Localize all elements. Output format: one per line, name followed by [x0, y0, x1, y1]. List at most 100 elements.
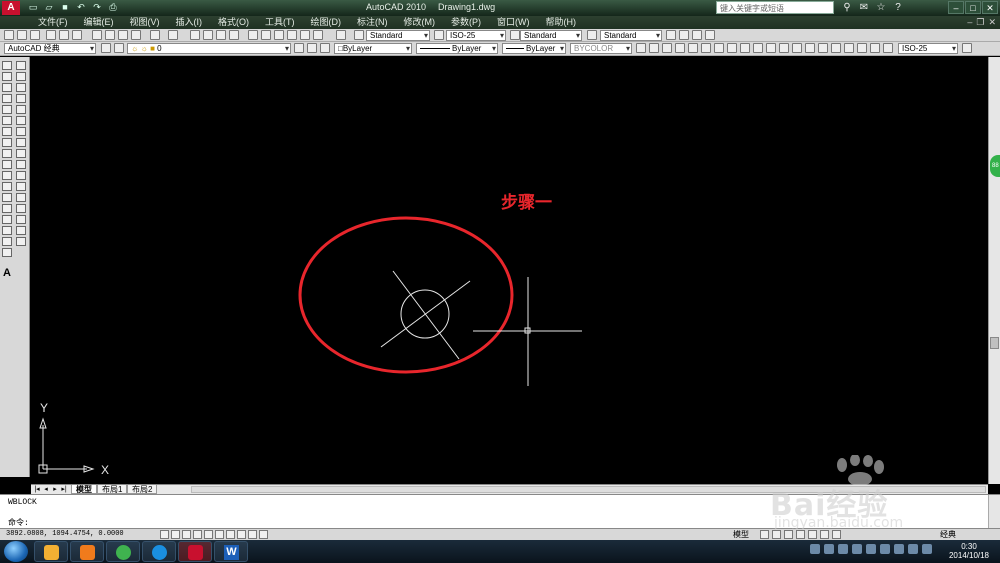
match-properties-icon[interactable]	[131, 30, 141, 40]
table-style-select[interactable]: Standard	[520, 30, 582, 41]
break-at-point-icon[interactable]	[16, 182, 26, 191]
taskbar-app-browser[interactable]	[106, 541, 140, 562]
new-icon[interactable]	[4, 30, 14, 40]
layer-iso-icon[interactable]	[320, 43, 330, 53]
snap-toggle[interactable]	[160, 530, 169, 539]
menu-insert[interactable]: 插入(I)	[168, 17, 211, 28]
layer-state-icon[interactable]	[114, 43, 124, 53]
undo-toolbar-icon[interactable]	[150, 30, 160, 40]
break-icon[interactable]	[16, 193, 26, 202]
dim-radius-icon[interactable]	[688, 43, 698, 53]
tab-layout1[interactable]: 布局1	[97, 485, 128, 494]
inspection-icon[interactable]	[831, 43, 841, 53]
polyline-icon[interactable]	[2, 83, 12, 92]
publish-icon[interactable]	[72, 30, 82, 40]
polar-toggle[interactable]	[193, 530, 202, 539]
move-icon[interactable]	[16, 116, 26, 125]
ellipse-arc-icon[interactable]	[2, 171, 12, 180]
command-scrollbar[interactable]	[988, 495, 1000, 529]
save-icon[interactable]: ■	[58, 1, 72, 14]
last-tab-icon[interactable]: ▸|	[60, 485, 68, 493]
mleader-style-icon[interactable]	[587, 30, 597, 40]
taskbar-app-autocad[interactable]	[178, 541, 212, 562]
sheet-set-icon[interactable]	[287, 30, 297, 40]
scale-icon[interactable]	[16, 138, 26, 147]
dim-space-icon[interactable]	[779, 43, 789, 53]
vertical-scrollbar[interactable]	[988, 57, 1000, 484]
coordinate-readout[interactable]: 3892.0808, 1094.4754, 0.0000	[6, 529, 124, 540]
hatch-icon[interactable]	[2, 215, 12, 224]
dim-baseline-icon[interactable]	[753, 43, 763, 53]
subscription-icon[interactable]: ✉	[857, 1, 871, 14]
tolerance-icon[interactable]	[805, 43, 815, 53]
lwt-toggle[interactable]	[248, 530, 257, 539]
mirror-icon[interactable]	[16, 83, 26, 92]
drawing-canvas[interactable]: Y X 步骤一	[31, 57, 988, 484]
tray-volume-icon[interactable]	[908, 544, 918, 554]
help-search-input[interactable]: 键入关键字或短语	[716, 1, 834, 14]
center-mark-icon[interactable]	[818, 43, 828, 53]
osnap-toggle[interactable]	[204, 530, 213, 539]
dim-angular-icon[interactable]	[727, 43, 737, 53]
redo-icon[interactable]: ↷	[90, 1, 104, 14]
tab-model[interactable]: 模型	[71, 485, 97, 494]
tray-ime-icon[interactable]	[922, 544, 932, 554]
tool-palettes-icon[interactable]	[274, 30, 284, 40]
tray-network-icon[interactable]	[810, 544, 820, 554]
model-space-label[interactable]: 模型	[733, 529, 749, 540]
line-tool-icon[interactable]	[2, 61, 12, 70]
table-icon[interactable]	[2, 248, 12, 257]
menu-draw[interactable]: 绘图(D)	[303, 17, 350, 28]
add-leader-icon[interactable]	[679, 30, 689, 40]
menu-file[interactable]: 文件(F)	[30, 17, 76, 28]
save-toolbar-icon[interactable]	[30, 30, 40, 40]
menu-dimension[interactable]: 标注(N)	[349, 17, 396, 28]
help-toolbar-icon[interactable]	[336, 30, 346, 40]
copy-icon[interactable]	[105, 30, 115, 40]
dim-update-icon[interactable]	[883, 43, 893, 53]
point-icon[interactable]	[2, 204, 12, 213]
multileader-icon[interactable]	[666, 30, 676, 40]
qp-toggle[interactable]	[259, 530, 268, 539]
menu-help[interactable]: 帮助(H)	[538, 17, 585, 28]
remove-leader-icon[interactable]	[692, 30, 702, 40]
close-icon[interactable]: ✕	[982, 1, 998, 14]
dim-style-select[interactable]: ISO-25	[446, 30, 506, 41]
cut-icon[interactable]	[92, 30, 102, 40]
circle-icon[interactable]	[2, 127, 12, 136]
chamfer-icon[interactable]	[16, 215, 26, 224]
markup-icon[interactable]	[300, 30, 310, 40]
construction-line-icon[interactable]	[2, 72, 12, 81]
ducs-toggle[interactable]	[226, 530, 235, 539]
redo-toolbar-icon[interactable]	[168, 30, 178, 40]
doc-restore-icon[interactable]: ❐	[976, 17, 984, 28]
lineweight-select[interactable]: ByLayer	[502, 43, 566, 54]
quickcalc-icon[interactable]	[313, 30, 323, 40]
text-style-icon[interactable]	[354, 30, 364, 40]
revision-cloud-icon[interactable]	[2, 138, 12, 147]
help-icon[interactable]: ?	[891, 1, 905, 14]
tab-layout2[interactable]: 布局2	[127, 485, 158, 494]
scroll-thumb[interactable]	[990, 337, 999, 349]
mtext-icon[interactable]: A	[1, 267, 13, 279]
command-prompt[interactable]: 命令:	[8, 517, 29, 528]
tray-app-icon[interactable]	[838, 544, 848, 554]
menu-parametric[interactable]: 参数(P)	[443, 17, 489, 28]
extend-icon[interactable]	[16, 171, 26, 180]
plot-icon[interactable]	[46, 30, 56, 40]
dim-jogged-icon[interactable]	[701, 43, 711, 53]
paste-icon[interactable]	[118, 30, 128, 40]
tray-security-icon[interactable]	[852, 544, 862, 554]
open-file-icon[interactable]: ▱	[42, 1, 56, 14]
zoom-realtime-icon[interactable]	[203, 30, 213, 40]
fillet-icon[interactable]	[16, 226, 26, 235]
zoom-previous-icon[interactable]	[229, 30, 239, 40]
green-side-badge[interactable]: 88	[990, 155, 1000, 177]
rectangle-icon[interactable]	[2, 105, 12, 114]
ortho-toggle[interactable]	[182, 530, 191, 539]
minimize-icon[interactable]: –	[948, 1, 964, 14]
menu-edit[interactable]: 编辑(E)	[76, 17, 122, 28]
copy-object-icon[interactable]	[16, 72, 26, 81]
array-icon[interactable]	[16, 105, 26, 114]
plot-style-select[interactable]: BYCOLOR	[570, 43, 632, 54]
